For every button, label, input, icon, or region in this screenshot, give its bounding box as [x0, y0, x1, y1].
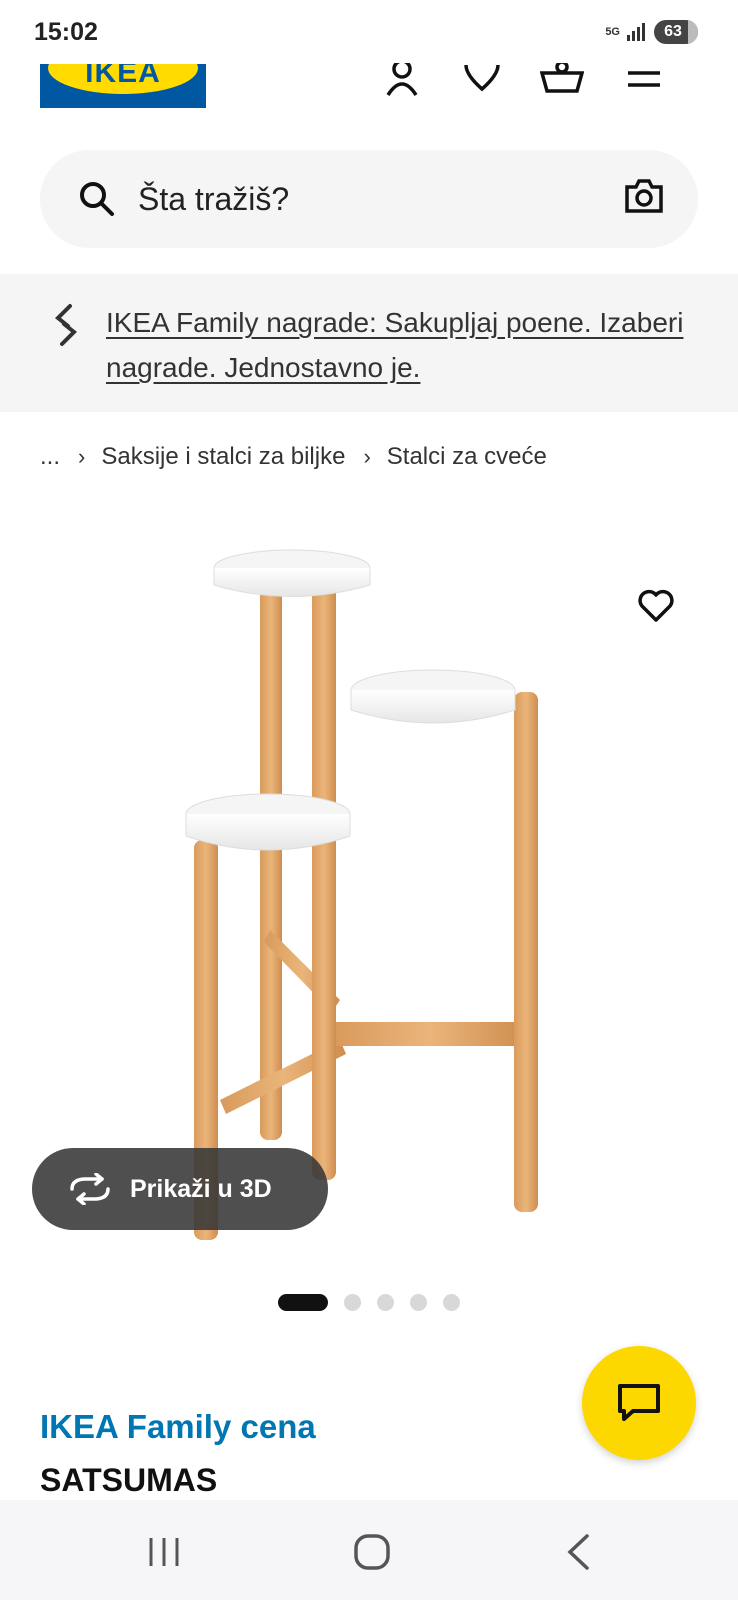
carousel-dot[interactable]: [443, 1294, 460, 1311]
family-price-label: IKEA Family cena: [40, 1408, 316, 1445]
carousel-dot[interactable]: [410, 1294, 427, 1311]
signal-icon: [627, 23, 645, 41]
family-promo-banner[interactable]: IKEA Family nagrade: Sakupljaj poene. Iz…: [0, 274, 738, 412]
view-3d-label: Prikaži u 3D: [130, 1174, 272, 1203]
chat-bubble-icon: [618, 1384, 660, 1421]
home-icon: [354, 1534, 390, 1570]
breadcrumb: ... › Saksije i stalci za biljke › Stalc…: [40, 440, 547, 474]
back-icon: [567, 1534, 589, 1570]
account-icon[interactable]: [380, 60, 424, 100]
battery-indicator: 63: [654, 20, 698, 44]
network-type: 5G: [605, 25, 620, 38]
link-chain-icon: [55, 304, 77, 346]
status-bar: 15:02 5G 63: [0, 0, 738, 64]
carousel-dot-active[interactable]: [278, 1294, 328, 1311]
status-icons: 5G 63: [605, 20, 698, 44]
recent-apps-button[interactable]: [134, 1530, 194, 1574]
chevron-right-icon: ›: [363, 444, 371, 469]
basket-icon[interactable]: [540, 60, 584, 100]
back-button[interactable]: [548, 1530, 608, 1574]
ikea-logo[interactable]: IKEA: [40, 64, 206, 108]
recent-apps-icon: [149, 1538, 179, 1566]
search-icon[interactable]: [78, 180, 116, 218]
promo-link[interactable]: IKEA Family nagrade: Sakupljaj poene. Iz…: [106, 300, 706, 390]
battery-level: 63: [664, 23, 682, 40]
carousel-dot[interactable]: [377, 1294, 394, 1311]
heart-icon[interactable]: [460, 60, 504, 100]
chevron-right-icon: ›: [78, 444, 86, 469]
menu-icon[interactable]: [622, 60, 666, 100]
view-3d-button[interactable]: Prikaži u 3D: [32, 1148, 328, 1230]
breadcrumb-item-plant-pots[interactable]: Saksije i stalci za biljke: [101, 443, 345, 471]
favorite-button[interactable]: [634, 584, 678, 628]
camera-icon[interactable]: [624, 178, 664, 214]
breadcrumb-ellipsis[interactable]: ...: [40, 443, 60, 471]
search-bar: [40, 150, 698, 248]
product-image[interactable]: [180, 530, 560, 1250]
carousel-dot[interactable]: [344, 1294, 361, 1311]
breadcrumb-item-flower-stands[interactable]: Stalci za cveće: [387, 443, 547, 471]
system-nav-bar: [0, 1500, 738, 1600]
rotate-3d-icon: [70, 1173, 110, 1205]
status-time: 15:02: [34, 18, 98, 46]
site-header: IKEA: [0, 63, 738, 124]
chat-button[interactable]: [582, 1346, 696, 1460]
product-name: SATSUMAS: [40, 1462, 218, 1498]
carousel-dots: [278, 1294, 460, 1311]
heart-icon: [638, 589, 674, 622]
search-input[interactable]: [138, 172, 578, 226]
logo-text: IKEA: [85, 64, 161, 89]
home-button[interactable]: [342, 1530, 402, 1574]
